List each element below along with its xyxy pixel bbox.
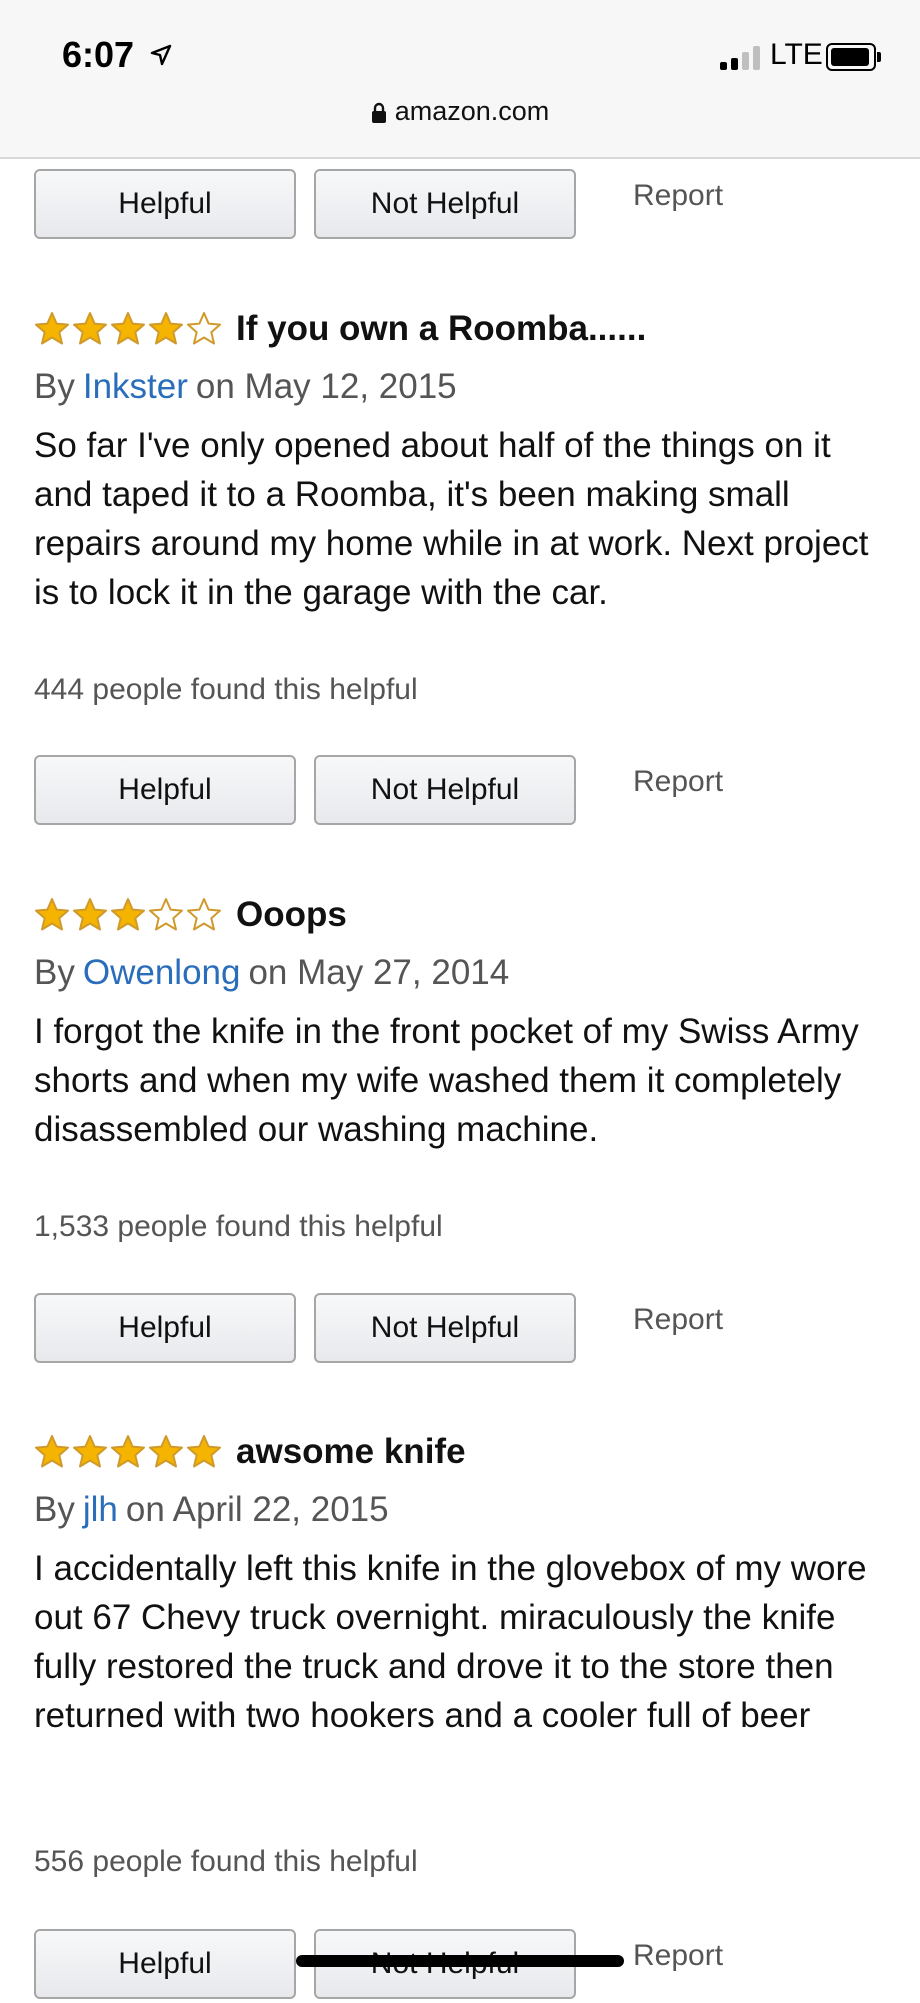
helpful-count: 1,533 people found this helpful bbox=[34, 1210, 443, 1243]
not-helpful-button[interactable]: Not Helpful bbox=[314, 755, 576, 825]
helpful-count: 556 people found this helpful bbox=[34, 1845, 418, 1878]
author-link[interactable]: Owenlong bbox=[83, 953, 241, 992]
clock: 6:07 bbox=[62, 34, 135, 75]
star-filled-icon bbox=[111, 898, 145, 931]
star-filled-icon bbox=[35, 1435, 69, 1468]
review: If you own a Roomba...... By Inkster on Ma… bbox=[34, 307, 894, 617]
star-filled-icon bbox=[149, 312, 183, 345]
lock-icon bbox=[371, 102, 386, 123]
review-byline: By Owenlong on May 27, 2014 bbox=[34, 953, 894, 993]
author-link[interactable]: Inkster bbox=[83, 367, 188, 406]
helpful-count: 444 people found this helpful bbox=[34, 673, 418, 706]
review-byline: By jlh on April 22, 2015 bbox=[34, 1490, 894, 1530]
star-filled-icon bbox=[73, 898, 107, 931]
not-helpful-button[interactable]: Not Helpful bbox=[314, 1293, 576, 1363]
star-rating bbox=[34, 1434, 222, 1470]
star-filled-icon bbox=[111, 312, 145, 345]
browser-status-bar: 6:07 LTE amazon.com bbox=[0, 0, 920, 159]
feedback-row: Helpful Not Helpful Report bbox=[34, 755, 894, 829]
signal-strength-icon bbox=[720, 44, 760, 70]
star-filled-icon bbox=[35, 312, 69, 345]
review-date: on May 27, 2014 bbox=[248, 953, 510, 992]
address-bar[interactable]: amazon.com bbox=[0, 96, 920, 127]
report-link[interactable]: Report bbox=[633, 1939, 723, 1973]
report-link[interactable]: Report bbox=[633, 179, 723, 213]
review-title[interactable]: Ooops bbox=[236, 895, 347, 935]
review-date: on May 12, 2015 bbox=[195, 367, 457, 406]
star-empty-icon bbox=[187, 312, 221, 345]
feedback-row: Helpful Not Helpful Report bbox=[34, 1293, 894, 1367]
helpful-button[interactable]: Helpful bbox=[34, 755, 296, 825]
feedback-row: Helpful Not Helpful Report bbox=[34, 169, 894, 243]
helpful-button[interactable]: Helpful bbox=[34, 1293, 296, 1363]
star-rating bbox=[34, 311, 222, 347]
star-empty-icon bbox=[187, 898, 221, 931]
url-text: amazon.com bbox=[394, 96, 550, 126]
star-filled-icon bbox=[187, 1435, 221, 1468]
home-indicator[interactable] bbox=[296, 1955, 624, 1967]
review-body: So far I've only opened about half of th… bbox=[34, 426, 869, 612]
review-date: on April 22, 2015 bbox=[125, 1490, 389, 1529]
battery-icon bbox=[826, 43, 881, 71]
location-arrow-icon bbox=[150, 44, 172, 66]
report-link[interactable]: Report bbox=[633, 1303, 723, 1337]
star-rating bbox=[34, 897, 222, 933]
author-link[interactable]: jlh bbox=[83, 1490, 118, 1529]
review-byline: By Inkster on May 12, 2015 bbox=[34, 367, 894, 407]
helpful-button[interactable]: Helpful bbox=[34, 169, 296, 239]
review-title[interactable]: awsome knife bbox=[236, 1432, 466, 1472]
by-label: By bbox=[34, 1490, 75, 1529]
review: Ooops By Owenlong on May 27, 2014 I forgot… bbox=[34, 893, 894, 1154]
helpful-button[interactable]: Helpful bbox=[34, 1929, 296, 1999]
not-helpful-button[interactable]: Not Helpful bbox=[314, 169, 576, 239]
review-title[interactable]: If you own a Roomba...... bbox=[236, 309, 646, 349]
review-body: I forgot the knife in the front pocket o… bbox=[34, 1012, 859, 1149]
review: awsome knife By jlh on April 22, 2015 I ac… bbox=[34, 1430, 894, 1740]
star-filled-icon bbox=[149, 1435, 183, 1468]
star-filled-icon bbox=[111, 1435, 145, 1468]
star-filled-icon bbox=[73, 312, 107, 345]
review-body: I accidentally left this knife in the gl… bbox=[34, 1549, 867, 1735]
star-empty-icon bbox=[149, 898, 183, 931]
by-label: By bbox=[34, 367, 75, 406]
by-label: By bbox=[34, 953, 75, 992]
network-type: LTE bbox=[770, 38, 823, 71]
report-link[interactable]: Report bbox=[633, 765, 723, 799]
star-filled-icon bbox=[35, 898, 69, 931]
star-filled-icon bbox=[73, 1435, 107, 1468]
